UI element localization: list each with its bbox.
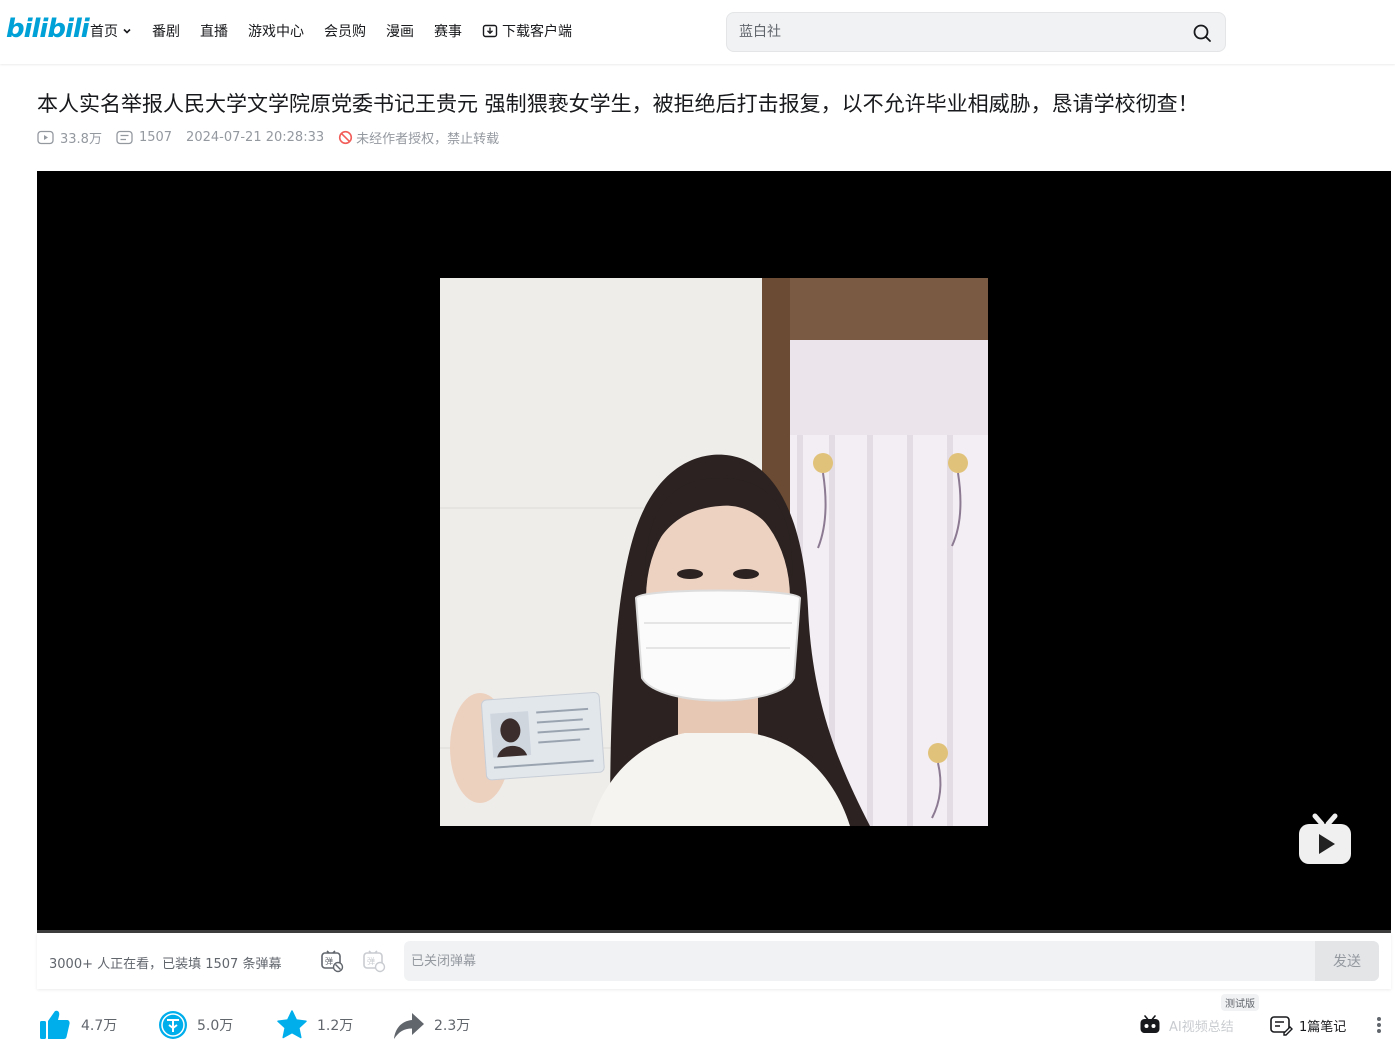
nav-live[interactable]: 直播	[200, 20, 228, 42]
video-frame	[440, 278, 988, 826]
notes-label: 1篇笔记	[1299, 1019, 1347, 1035]
view-count-value: 33.8万	[60, 132, 102, 147]
danmaku-count-value: 1507	[138, 130, 173, 145]
like-count: 4.7万	[81, 1018, 118, 1034]
chevron-down-icon	[123, 28, 131, 34]
nav-home[interactable]: 首页	[90, 20, 132, 42]
danmaku-input[interactable]	[411, 951, 1291, 971]
publish-date: 2024-07-21 20:28:33	[186, 130, 324, 145]
notes-button[interactable]: 1篇笔记	[1269, 1006, 1346, 1044]
nav-game-center-label: 游戏中心	[248, 24, 304, 40]
top-nav: 首页 番剧 直播 游戏中心 会员购 漫画 赛事 下载客户端	[90, 20, 592, 42]
video-meta: 33.8万 1507 2024-07-21 20:28:33 未经作者授权，禁止…	[37, 128, 499, 147]
viewer-status: 3000+ 人正在看，已装填 1507 条弹幕	[49, 957, 282, 972]
video-toolbar: 4.7万 5.0万 1.2万 2.3万 测试版 AI视频总结 1篇笔记	[37, 994, 1391, 1046]
nav-esports-label: 赛事	[434, 24, 462, 40]
coin-button[interactable]: 5.0万	[157, 1006, 233, 1044]
danmaku-settings-icon[interactable]: 弹	[362, 949, 386, 973]
nav-download-label: 下载客户端	[502, 24, 572, 40]
search-icon[interactable]	[1191, 22, 1213, 44]
more-dot-icon	[1377, 1029, 1381, 1033]
more-dot-icon	[1377, 1023, 1381, 1027]
more-dot-icon	[1377, 1017, 1381, 1021]
share-count: 2.3万	[434, 1018, 471, 1034]
nav-anime[interactable]: 番剧	[152, 20, 180, 42]
share-arrow-icon	[394, 1013, 424, 1039]
nav-mall-label: 会员购	[324, 24, 366, 40]
bilibili-logo[interactable]: bilibili	[6, 14, 90, 44]
top-header: bilibili 首页 番剧 直播 游戏中心 会员购 漫画 赛事 下载客户端	[0, 0, 1395, 64]
nav-manga-label: 漫画	[386, 24, 414, 40]
thumbs-up-icon	[40, 1010, 70, 1039]
robot-icon	[1140, 1015, 1160, 1033]
nav-mall[interactable]: 会员购	[324, 20, 366, 42]
coin-count: 5.0万	[197, 1018, 234, 1034]
nav-game-center[interactable]: 游戏中心	[248, 20, 304, 42]
coin-icon	[159, 1011, 187, 1039]
ai-summary-label: AI视频总结	[1169, 1019, 1234, 1035]
danmaku-count: 1507	[116, 130, 172, 145]
video-player[interactable]	[37, 171, 1391, 932]
svg-text:弹: 弹	[325, 956, 333, 966]
danmaku-toggle-icon[interactable]: 弹	[320, 949, 344, 973]
video-title: 本人实名举报人民大学文学院原党委书记王贵元 强制猥亵女学生，被拒绝后打击报复，以…	[37, 92, 1199, 116]
danmaku-count-icon	[116, 130, 133, 145]
send-danmaku-button[interactable]: 发送	[1315, 941, 1379, 981]
svg-text:弹: 弹	[367, 956, 375, 966]
like-button[interactable]: 4.7万	[37, 1006, 117, 1044]
play-count-icon	[37, 130, 54, 145]
copyright-notice-text: 未经作者授权，禁止转载	[356, 132, 500, 147]
ai-summary-button[interactable]: AI视频总结	[1139, 1006, 1234, 1044]
nav-manga[interactable]: 漫画	[386, 20, 414, 42]
publish-date-value: 2024-07-21 20:28:33	[186, 130, 325, 145]
nav-download-client[interactable]: 下载客户端	[482, 20, 572, 42]
search-input[interactable]	[739, 21, 1179, 43]
nav-live-label: 直播	[200, 24, 228, 40]
more-options-button[interactable]	[1369, 1014, 1389, 1036]
danmaku-input-wrapper: 发送	[404, 941, 1379, 981]
search-box	[726, 12, 1226, 52]
video-still-image	[440, 278, 988, 826]
note-edit-icon	[1270, 1016, 1293, 1036]
copyright-notice: 未经作者授权，禁止转载	[338, 128, 499, 147]
nav-esports[interactable]: 赛事	[434, 20, 462, 42]
star-icon	[277, 1010, 307, 1039]
favorite-count: 1.2万	[317, 1018, 354, 1034]
bilibili-tv-play-icon	[1299, 813, 1351, 864]
download-icon	[482, 24, 498, 38]
favorite-button[interactable]: 1.2万	[275, 1006, 353, 1044]
share-button[interactable]: 2.3万	[392, 1006, 470, 1044]
danmaku-bar: 3000+ 人正在看，已装填 1507 条弹幕 弹 弹 发送	[37, 933, 1391, 989]
no-repost-icon	[339, 130, 353, 145]
view-count: 33.8万	[37, 128, 102, 147]
nav-anime-label: 番剧	[152, 24, 180, 40]
nav-home-label: 首页	[90, 24, 118, 40]
